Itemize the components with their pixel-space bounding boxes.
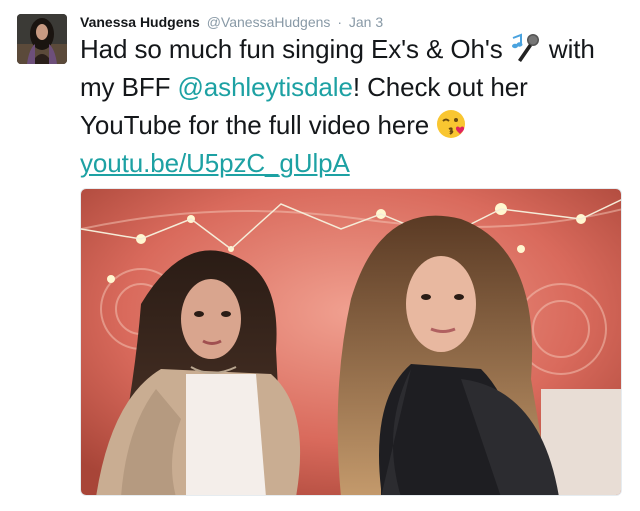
mention-link[interactable]: @ashleytisdale bbox=[178, 72, 353, 102]
avatar[interactable] bbox=[17, 14, 67, 64]
tweet-date[interactable]: Jan 3 bbox=[349, 14, 383, 30]
tweet-header: Vanessa Hudgens @VanessaHudgens · Jan 3 bbox=[80, 13, 383, 31]
tweet-text: Had so much fun singing Ex's & Oh's with… bbox=[80, 30, 625, 182]
tweet-card: Vanessa Hudgens @VanessaHudgens · Jan 3 … bbox=[0, 0, 640, 511]
author-handle[interactable]: @VanessaHudgens bbox=[207, 14, 331, 30]
microphone-music-emoji-icon bbox=[510, 32, 542, 64]
kissing-wink-emoji-icon bbox=[436, 108, 468, 140]
tweet-text-part-1: Had so much fun singing Ex's & Oh's bbox=[80, 34, 510, 64]
tweet-photo[interactable] bbox=[80, 188, 622, 496]
author-name[interactable]: Vanessa Hudgens bbox=[80, 14, 200, 30]
header-separator: · bbox=[337, 14, 342, 30]
youtube-link[interactable]: youtu.be/U5pzC_gUlpA bbox=[80, 148, 350, 178]
